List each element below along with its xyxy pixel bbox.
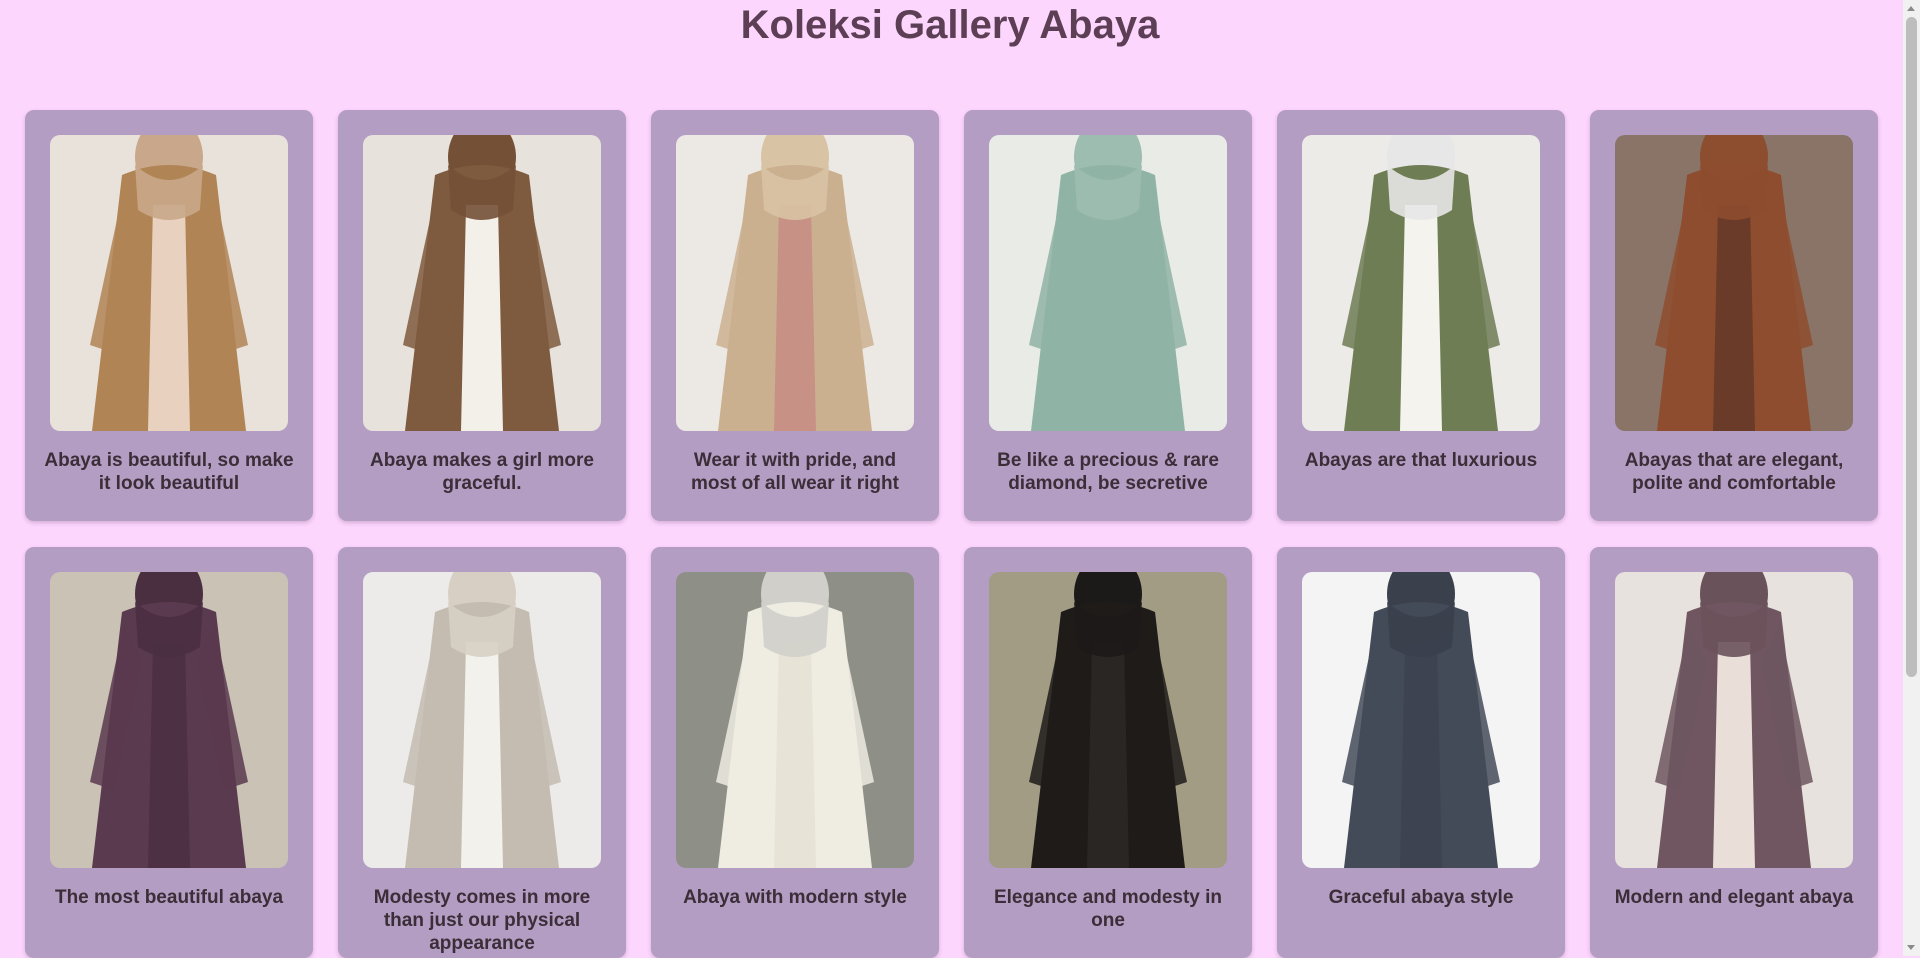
- card-caption: Abayas are that luxurious: [1304, 450, 1538, 471]
- abaya-photo[interactable]: [1615, 135, 1853, 431]
- gallery-card[interactable]: Modesty comes in more than just our phys…: [338, 547, 626, 958]
- gallery-card[interactable]: Abayas that are elegant, polite and comf…: [1590, 110, 1878, 521]
- gallery-card[interactable]: Abaya is beautiful, so make it look beau…: [25, 110, 313, 521]
- card-caption: Abaya is beautiful, so make it look beau…: [44, 450, 294, 494]
- abaya-photo[interactable]: [676, 135, 914, 431]
- page-title: Koleksi Gallery Abaya: [740, 3, 1160, 47]
- abaya-photo[interactable]: [1302, 572, 1540, 868]
- card-caption: Wear it with pride, and most of all wear…: [691, 450, 899, 494]
- scroll-up-arrow-icon[interactable]: [1907, 6, 1915, 11]
- card-caption: Abayas that are elegant, polite and comf…: [1624, 450, 1844, 494]
- scrollbar-thumb[interactable]: [1906, 17, 1917, 677]
- card-caption: Elegance and modesty in one: [993, 887, 1223, 931]
- abaya-photo[interactable]: [1615, 572, 1853, 868]
- card-caption: Abaya makes a girl more graceful.: [370, 450, 594, 494]
- gallery-card[interactable]: Graceful abaya style: [1277, 547, 1565, 958]
- gallery-card[interactable]: Elegance and modesty in one: [964, 547, 1252, 958]
- gallery-grid: Abaya is beautiful, so make it look beau…: [25, 110, 1878, 958]
- card-caption: The most beautiful abaya: [54, 887, 284, 908]
- card-caption: Graceful abaya style: [1328, 887, 1514, 908]
- gallery-card[interactable]: Wear it with pride, and most of all wear…: [651, 110, 939, 521]
- abaya-photo[interactable]: [989, 572, 1227, 868]
- gallery-card[interactable]: Modern and elegant abaya: [1590, 547, 1878, 958]
- card-caption: Be like a precious & rare diamond, be se…: [997, 450, 1219, 494]
- abaya-photo[interactable]: [50, 135, 288, 431]
- abaya-photo[interactable]: [50, 572, 288, 868]
- gallery-card[interactable]: Abaya makes a girl more graceful.: [338, 110, 626, 521]
- abaya-photo[interactable]: [989, 135, 1227, 431]
- abaya-photo[interactable]: [1302, 135, 1540, 431]
- card-caption: Abaya with modern style: [683, 887, 907, 908]
- abaya-photo[interactable]: [363, 135, 601, 431]
- gallery-card[interactable]: Abayas are that luxurious: [1277, 110, 1565, 521]
- card-caption: Modern and elegant abaya: [1614, 887, 1854, 908]
- card-caption: Modesty comes in more than just our phys…: [373, 887, 591, 954]
- gallery-card[interactable]: The most beautiful abaya: [25, 547, 313, 958]
- gallery-card[interactable]: Be like a precious & rare diamond, be se…: [964, 110, 1252, 521]
- gallery-card[interactable]: Abaya with modern style: [651, 547, 939, 958]
- scroll-down-arrow-icon[interactable]: [1907, 945, 1915, 950]
- abaya-photo[interactable]: [363, 572, 601, 868]
- abaya-photo[interactable]: [676, 572, 914, 868]
- vertical-scrollbar[interactable]: [1903, 0, 1920, 956]
